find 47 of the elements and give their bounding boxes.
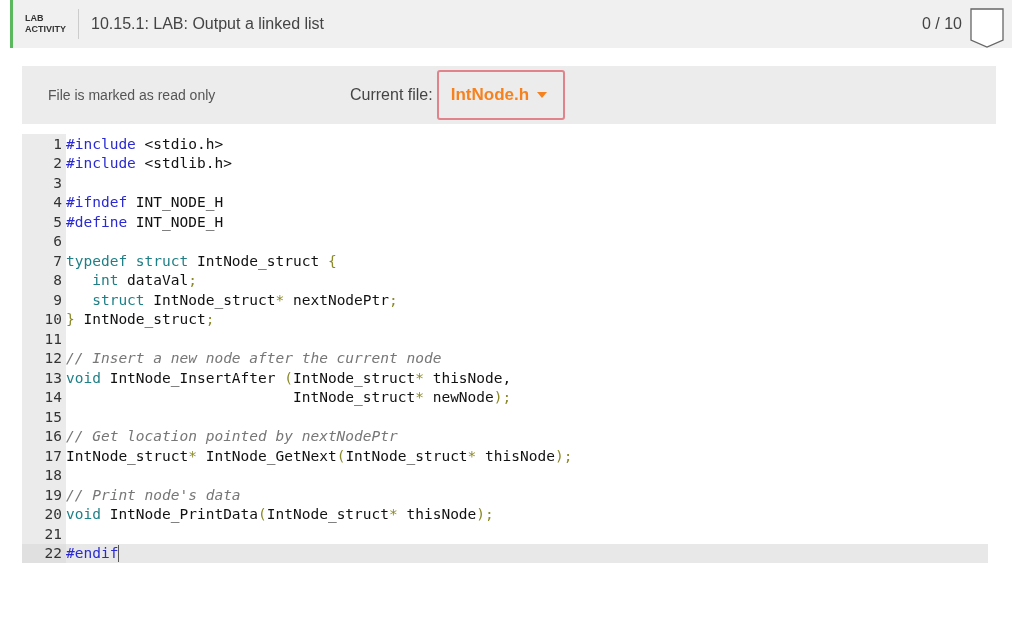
line-number: 17 xyxy=(22,446,66,466)
line-number: 4 xyxy=(22,192,66,212)
line-number: 5 xyxy=(22,212,66,232)
code-line: struct IntNode_struct* nextNodePtr; xyxy=(91,291,398,308)
code-line: void IntNode_InsertAfter (IntNode_struct* thisNode, xyxy=(66,369,512,386)
activity-title: 10.15.1: LAB: Output a linked list xyxy=(91,15,326,33)
code-line: IntNode_struct* IntNode_GetNext(IntNode_struct* thisNode); xyxy=(66,447,573,464)
line-number: 1 xyxy=(22,134,66,154)
caret-icon xyxy=(537,92,548,98)
line-number: 11 xyxy=(22,329,66,349)
line-number: 18 xyxy=(22,465,66,485)
code-line: #include <stdlib.h> xyxy=(66,155,232,172)
code-line: typedef struct IntNode_struct { xyxy=(66,252,337,269)
code-line: IntNode_struct* newNode); xyxy=(291,389,512,406)
line-number: 15 xyxy=(22,407,66,427)
code-line: int dataVal; xyxy=(91,272,197,289)
code-line: } IntNode_struct; xyxy=(66,311,215,328)
line-number: 16 xyxy=(22,426,66,446)
line-number: 8 xyxy=(22,270,66,290)
code-line: // Get location pointed by nextNodePtr xyxy=(66,428,398,445)
lab-activity-label: LAB ACTIVITY xyxy=(25,13,66,35)
code-line: #endif xyxy=(66,545,119,562)
line-number: 13 xyxy=(22,368,66,388)
code-line: #include <stdio.h> xyxy=(66,135,224,152)
code-line: #define INT_NODE_H xyxy=(66,213,224,230)
line-number: 2 xyxy=(22,153,66,173)
line-number: 19 xyxy=(22,485,66,505)
badge-outline-icon xyxy=(970,8,1004,48)
score-text: 0 / 10 xyxy=(921,15,962,33)
line-number: 3 xyxy=(22,173,66,193)
line-number: 7 xyxy=(22,251,66,271)
line-number: 21 xyxy=(22,524,66,544)
line-number: 6 xyxy=(22,231,66,251)
file-select-dropdown[interactable]: IntNode.h xyxy=(436,70,566,120)
code-line: #ifndef INT_NODE_H xyxy=(66,194,224,211)
line-number: 12 xyxy=(22,348,66,368)
text-cursor xyxy=(118,544,120,562)
current-file-label: Current file: xyxy=(350,86,433,104)
code-line: void IntNode_PrintData(IntNode_struct* thisNode); xyxy=(66,506,494,523)
line-number: 14 xyxy=(22,387,66,407)
line-number: 22 xyxy=(22,543,66,563)
line-number: 20 xyxy=(22,504,66,524)
line-number: 9 xyxy=(22,290,66,310)
code-line: // Print node's data xyxy=(66,486,241,503)
line-number: 10 xyxy=(22,309,66,329)
read-only-note: File is marked as read only xyxy=(48,87,217,103)
code-line: // Insert a new node after the current node xyxy=(66,350,442,367)
